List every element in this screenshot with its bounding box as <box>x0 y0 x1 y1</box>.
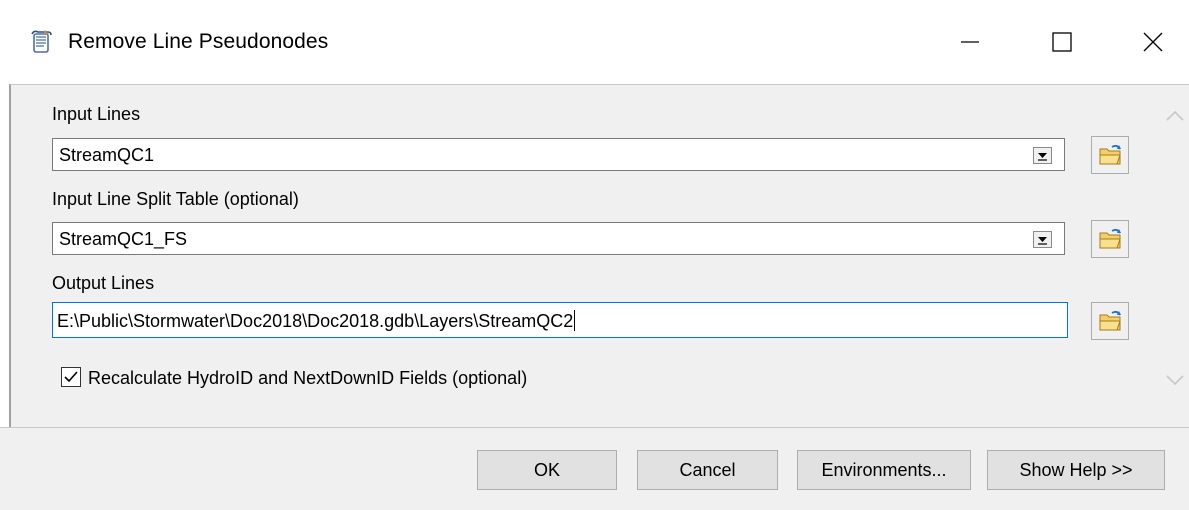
output-lines-value: E:\Public\Stormwater\Doc2018\Doc2018.gdb… <box>57 310 576 331</box>
tool-dialog-window: Remove Line Pseudonodes Input Lines Stre… <box>0 0 1189 510</box>
maximize-icon <box>1052 32 1072 52</box>
chevron-down-icon <box>1038 153 1047 161</box>
environments-button[interactable]: Environments... <box>797 450 971 490</box>
output-lines-browse-button[interactable] <box>1091 302 1129 340</box>
window-title: Remove Line Pseudonodes <box>68 30 329 53</box>
close-icon <box>1143 32 1163 52</box>
title-bar[interactable]: Remove Line Pseudonodes <box>0 0 1189 84</box>
input-lines-label: Input Lines <box>52 104 141 124</box>
close-button[interactable] <box>1127 16 1179 68</box>
split-table-combo[interactable]: StreamQC1_FS <box>52 222 1065 255</box>
split-table-browse-button[interactable] <box>1091 220 1129 258</box>
split-table-label: Input Line Split Table (optional) <box>52 189 299 209</box>
input-lines-combo[interactable]: StreamQC1 <box>52 138 1065 171</box>
cancel-button[interactable]: Cancel <box>637 450 778 490</box>
ok-button[interactable]: OK <box>477 450 617 490</box>
chevron-down-icon <box>1038 237 1047 245</box>
recalculate-checkbox[interactable] <box>61 367 81 387</box>
open-folder-icon <box>1099 228 1121 249</box>
text-caret <box>574 310 576 331</box>
output-lines-input[interactable]: E:\Public\Stormwater\Doc2018\Doc2018.gdb… <box>52 302 1068 338</box>
output-lines-label: Output Lines <box>52 273 155 293</box>
input-lines-dropdown-button[interactable] <box>1033 147 1052 164</box>
maximize-button[interactable] <box>1036 16 1088 68</box>
recalculate-label[interactable]: Recalculate HydroID and NextDownID Field… <box>88 368 527 389</box>
minimize-button[interactable] <box>944 16 996 68</box>
split-table-dropdown-button[interactable] <box>1033 231 1052 248</box>
tool-script-icon <box>31 30 52 53</box>
show-help-button[interactable]: Show Help >> <box>987 450 1165 490</box>
checkmark-icon <box>64 371 78 383</box>
scroll-down-icon[interactable] <box>1164 372 1186 388</box>
split-table-value: StreamQC1_FS <box>59 229 188 249</box>
open-folder-icon <box>1099 144 1121 165</box>
input-lines-value: StreamQC1 <box>59 145 155 165</box>
scroll-up-icon[interactable] <box>1164 108 1186 124</box>
input-lines-browse-button[interactable] <box>1091 136 1129 174</box>
minimize-icon <box>961 41 979 43</box>
open-folder-icon <box>1099 310 1121 331</box>
